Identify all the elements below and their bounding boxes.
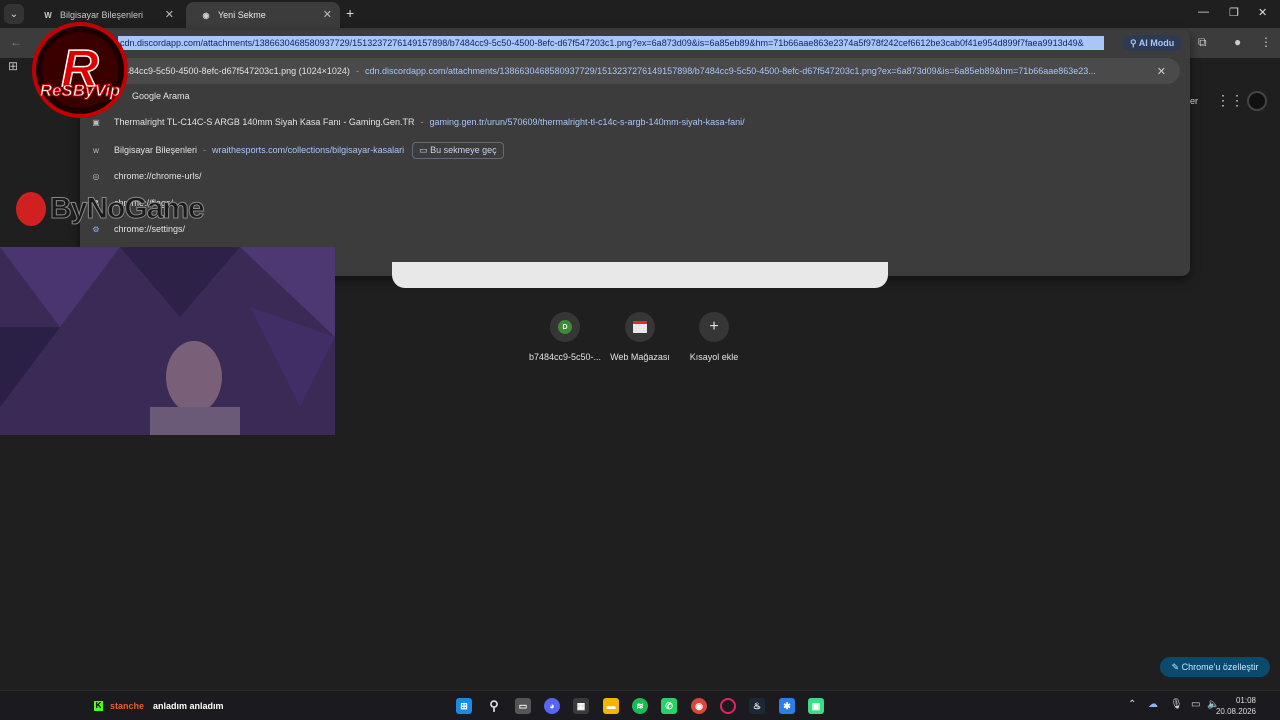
plus-icon: + <box>709 318 719 335</box>
globe-icon: ◎ <box>92 171 100 181</box>
monitor-icon[interactable]: ▭ <box>1191 699 1200 710</box>
close-tab-icon[interactable]: ✕ <box>323 8 332 21</box>
apps-grid-icon[interactable]: ⊞ <box>8 59 18 73</box>
switch-to-tab-label: Bu sekmeye geç <box>430 144 497 155</box>
battlenet-icon[interactable]: ✱ <box>779 698 795 714</box>
tab-switch-icon: ▭ <box>419 144 431 155</box>
webcam-image <box>0 247 335 435</box>
steam-icon[interactable]: ♨ <box>749 698 765 714</box>
shortcut-discord-image[interactable]: D b7484cc9-5c50-... <box>526 312 604 362</box>
suggestion-title: Bilgisayar Bileşenleri <box>114 145 198 155</box>
webstore-icon <box>633 321 647 333</box>
suggestion-image-file[interactable]: b7484cc9-5c50-4500-8efc-d67f547203c1.png… <box>102 58 1180 84</box>
suggestion-title: Google Arama <box>132 91 190 101</box>
remove-suggestion-icon[interactable]: ✕ <box>1157 65 1166 78</box>
chevron-down-icon: ⌄ <box>9 8 19 20</box>
ntp-search-box[interactable] <box>392 262 888 288</box>
chrome-icon[interactable]: ◉ <box>691 698 707 714</box>
microphone-icon[interactable]: 🎙 <box>1170 699 1183 710</box>
shortcut-web-store[interactable]: Web Mağazası <box>601 312 679 362</box>
suggestion-url: cdn.discordapp.com/attachments/138663046… <box>364 66 1096 76</box>
minimize-icon[interactable]: — <box>1198 6 1209 18</box>
tab-strip: ⌄ W Bilgisayar Bileşenleri ✕ ◉ Yeni Sekm… <box>0 0 1280 28</box>
search-icon[interactable]: ⚲ <box>486 698 502 714</box>
avatar[interactable] <box>1247 91 1267 111</box>
discord-icon[interactable]: ◕ <box>544 698 560 714</box>
suggestion-title: chrome://chrome-urls/ <box>114 171 202 181</box>
switch-to-tab-button[interactable]: ▭ Bu sekmeye geç <box>412 141 504 159</box>
suggestion-url: gaming.gen.tr/urun/570609/thermalright-t… <box>429 117 745 127</box>
file-explorer-icon[interactable]: ▬ <box>603 698 619 714</box>
ai-mode-label: AI Modu <box>1138 38 1175 48</box>
suggestion-title: b7484cc9-5c50-4500-8efc-d67f547203c1.png… <box>114 66 350 76</box>
address-bar-input[interactable]: cdn.discordapp.com/attachments/138663046… <box>118 36 1104 50</box>
app-icon[interactable]: ▣ <box>808 698 824 714</box>
shortcut-add[interactable]: + Kısayol ekle <box>675 312 753 362</box>
cloud-icon[interactable]: ☁ <box>1148 699 1158 710</box>
system-clock[interactable]: 01:08 20.08.2026 <box>1216 695 1256 717</box>
extensions-icon[interactable]: ⧉ <box>1198 35 1207 50</box>
customize-chrome-button[interactable]: ✎ Chrome'u özelleştir <box>1160 657 1270 677</box>
ai-search-icon: ⚲ <box>1130 38 1139 48</box>
shortcut-label: b7484cc9-5c50-... <box>528 352 602 362</box>
suggestion-chrome-flags[interactable]: ⚗ chrome://flags/ <box>80 190 1190 216</box>
suggestion-title: Thermalright TL-C14C-S ARGB 140mm Siyah … <box>114 117 415 127</box>
tab-title: Yeni Sekme <box>218 10 266 20</box>
suggestion-bilgisayar-bilesenleri[interactable]: w Bilgisayar Bileşenleri - wraithesports.c… <box>80 137 1190 163</box>
back-icon[interactable]: ← <box>10 35 22 49</box>
shortcut-label: Web Mağazası <box>610 352 670 362</box>
brand-text: ByNoGame <box>50 192 206 226</box>
tab-search-button[interactable]: ⌄ <box>4 4 24 24</box>
suggestion-google-search[interactable]: ⚲ Google Arama <box>80 83 1190 109</box>
logo-text: ReSByVip <box>40 81 121 100</box>
chrome-icon: ◉ <box>202 10 210 20</box>
clock-date: 20.08.2026 <box>1215 707 1256 716</box>
kick-icon: K <box>94 701 103 711</box>
omnibox-dropdown: cdn.discordapp.com/attachments/138663046… <box>80 30 1190 276</box>
menu-icon[interactable]: ⋮ <box>1260 35 1272 49</box>
whatsapp-icon[interactable]: ✆ <box>661 698 677 714</box>
suggestion-thermalright[interactable]: ▣ Thermalright TL-C14C-S ARGB 140mm Siya… <box>80 109 1190 135</box>
suggestion-chrome-urls[interactable]: ◎ chrome://chrome-urls/ <box>80 163 1190 189</box>
new-tab-button[interactable]: + <box>346 5 354 21</box>
tab-yeni-sekme[interactable]: ◉ Yeni Sekme ✕ <box>186 2 340 28</box>
close-window-icon[interactable]: ✕ <box>1258 6 1267 19</box>
restore-icon[interactable]: ❐ <box>1229 6 1239 19</box>
shortcut-letter-icon: D <box>558 320 572 334</box>
tab-title: Bilgisayar Bileşenleri <box>60 10 144 20</box>
shortcut-label: Kısayol ekle <box>689 352 739 362</box>
task-view-icon[interactable]: ▭ <box>515 698 531 714</box>
suggestion-url: wraithesports.com/collections/bilgisayar… <box>212 145 405 155</box>
windows-start-icon[interactable]: ⊞ <box>456 698 472 714</box>
webcam-feed <box>0 247 335 435</box>
bynogame-mark-icon <box>16 192 46 226</box>
pencil-icon: ✎ <box>1171 662 1182 672</box>
profile-avatar-icon[interactable]: ● <box>1234 35 1241 49</box>
resbyvip-logo: R ReSByVip <box>32 22 128 118</box>
bynogame-logo: ByNoGame <box>16 186 226 234</box>
spotify-icon[interactable]: ≋ <box>632 698 648 714</box>
chat-message: anladım anladım <box>153 701 224 711</box>
close-tab-icon[interactable]: ✕ <box>165 8 174 21</box>
tray-chevron-icon[interactable]: ⌃ <box>1128 699 1136 710</box>
customize-label: Chrome'u özelleştir <box>1181 662 1259 672</box>
suggestion-chrome-settings[interactable]: ⚙ chrome://settings/ <box>80 216 1190 242</box>
chat-username: stanche <box>110 701 145 711</box>
store-icon[interactable]: ▦ <box>573 698 589 714</box>
wraith-favicon-icon: w <box>93 145 99 155</box>
clock-time: 01:08 <box>1235 696 1256 705</box>
ai-mode-button[interactable]: ⚲ AI Modu <box>1122 35 1183 51</box>
windows-taskbar: K stanche anladım anladım ⊞ ⚲ ▭ ◕ ▦ ▬ ≋ … <box>0 690 1280 720</box>
opera-gx-icon[interactable] <box>720 698 736 714</box>
